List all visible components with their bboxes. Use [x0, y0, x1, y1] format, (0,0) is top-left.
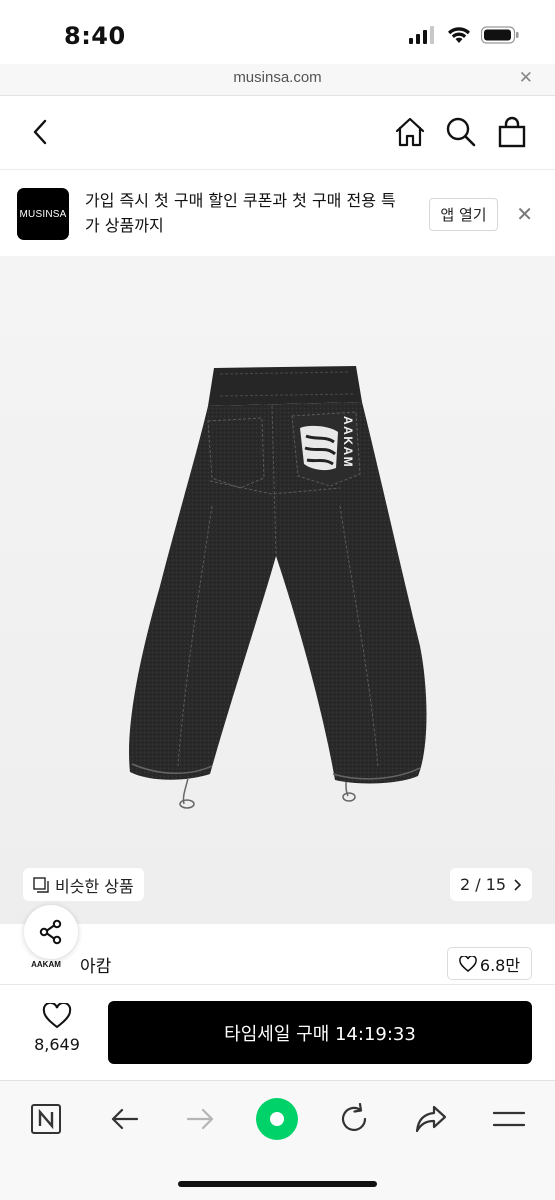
url-bar: musinsa.com ✕ [0, 64, 555, 96]
home-icon[interactable] [393, 115, 427, 149]
naver-icon[interactable] [24, 1097, 68, 1141]
musinsa-logo: MUSINSA [17, 188, 69, 240]
share-arrow-icon[interactable] [409, 1097, 453, 1141]
wishlist-button[interactable]: 8,649 [22, 1003, 92, 1054]
forward-arrow-icon[interactable] [179, 1097, 223, 1141]
heart-icon [459, 955, 477, 972]
chevron-right-icon [514, 878, 522, 891]
status-bar: 8:40 [0, 0, 555, 64]
brand-name[interactable]: 아캄 [80, 952, 111, 977]
similar-products-button[interactable]: 비슷한 상품 [23, 868, 144, 901]
battery-icon [481, 26, 519, 44]
wishlist-count: 8,649 [34, 1035, 80, 1054]
heart-icon [42, 1003, 72, 1029]
product-image: AAKAM [129, 366, 427, 809]
status-time: 8:40 [64, 22, 126, 50]
app-promo-banner: MUSINSA 가입 즉시 첫 구매 할인 쿠폰과 첫 구매 전용 특가 상품까… [0, 170, 555, 256]
search-icon[interactable] [444, 115, 478, 149]
wifi-icon [448, 27, 470, 43]
share-button[interactable] [24, 905, 78, 959]
back-arrow-icon[interactable] [102, 1097, 146, 1141]
purchase-bar: 8,649 타임세일 구매 14:19:33 [0, 984, 555, 1080]
brand-like-count: 6.8만 [479, 955, 521, 975]
copy-icon [33, 876, 49, 893]
status-icons [409, 26, 519, 44]
close-icon[interactable]: ✕ [519, 68, 533, 88]
print-text: AAKAM [341, 416, 355, 468]
home-indicator [178, 1181, 377, 1187]
signal-icon [409, 26, 434, 44]
chevron-left-icon[interactable] [24, 115, 58, 149]
reload-icon[interactable] [332, 1097, 376, 1141]
share-icon [39, 919, 62, 945]
green-dot-icon[interactable] [255, 1097, 299, 1141]
url-domain[interactable]: musinsa.com [0, 69, 555, 86]
open-app-button[interactable]: 앱 열기 [429, 198, 498, 231]
image-counter[interactable]: 2 / 15 [450, 868, 533, 901]
product-image-area[interactable]: AAKAM 비슷한 상품 2 / 15 [0, 256, 555, 924]
close-icon[interactable]: ✕ [516, 202, 533, 226]
similar-products-label: 비슷한 상품 [55, 876, 134, 896]
shopping-bag-icon[interactable] [495, 115, 529, 149]
buy-button[interactable]: 타임세일 구매 14:19:33 [108, 1001, 532, 1064]
menu-icon[interactable] [487, 1097, 531, 1141]
image-counter-text: 2 / 15 [460, 875, 507, 894]
promo-text: 가입 즉시 첫 구매 할인 쿠폰과 첫 구매 전용 특가 상품까지 [85, 191, 396, 235]
app-header [0, 96, 555, 170]
brand-like-button[interactable]: 6.8만 [447, 947, 532, 980]
